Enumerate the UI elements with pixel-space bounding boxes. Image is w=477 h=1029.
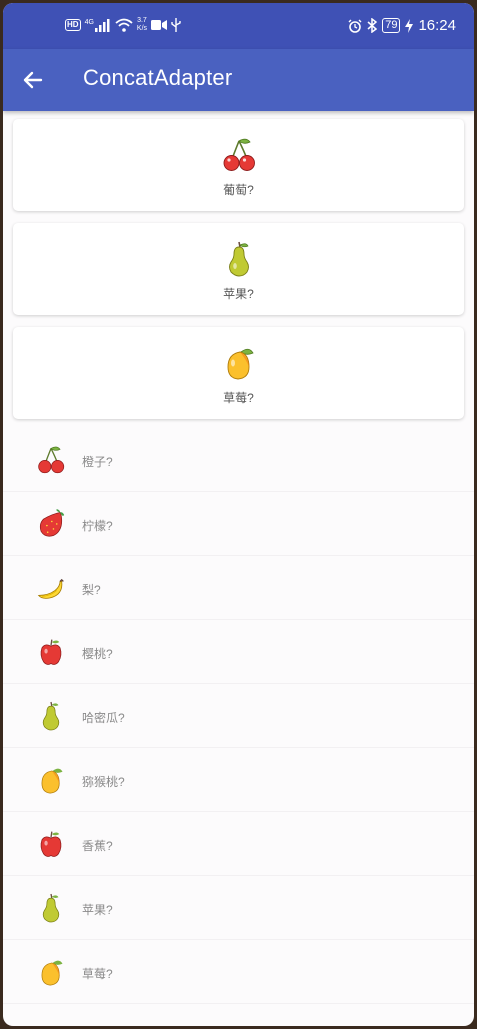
status-left: HD 4G 3.7 K/s (65, 17, 181, 33)
network-speed-unit: K/s (136, 25, 148, 32)
mango-icon (227, 348, 254, 380)
signal-type-label: 4G (84, 18, 94, 26)
list-item[interactable]: 哈密瓜? (3, 683, 474, 748)
network-speed: 3.7 K/s (137, 17, 147, 33)
list-item[interactable]: 猕猴桃? (3, 747, 474, 812)
list-item-label: 香蕉? (82, 839, 113, 853)
header-card-label: 草莓? (223, 391, 254, 405)
pear-icon (42, 893, 60, 923)
banana-icon (37, 578, 64, 599)
list-item-label: 苹果? (82, 903, 113, 917)
list-item-label: 樱桃? (82, 647, 113, 661)
signal-icon: 4G (84, 18, 111, 32)
header-card-label: 苹果? (223, 287, 254, 301)
header-card[interactable]: 草莓? (13, 327, 464, 419)
back-button[interactable] (21, 68, 45, 92)
hd-badge: HD (65, 19, 81, 31)
list-item[interactable]: 草莓? (3, 939, 474, 1004)
apple-icon (40, 831, 62, 857)
list-item[interactable]: 梨? (3, 555, 474, 620)
bluetooth-icon (367, 18, 378, 33)
app-bar: ConcatAdapter (3, 49, 474, 111)
pear-icon (42, 701, 60, 731)
header-card-label: 葡萄? (223, 183, 254, 197)
list-item-label: 草莓? (82, 967, 113, 981)
list-item-label: 哈密瓜? (82, 711, 125, 725)
video-icon (151, 20, 168, 30)
list-item[interactable]: 樱桃? (3, 619, 474, 684)
charging-icon (405, 18, 414, 33)
list-item-label: 猕猴桃? (82, 775, 125, 789)
strawberry-icon (39, 509, 65, 537)
status-right: 79 16:24 (348, 17, 456, 34)
clock: 16:24 (418, 17, 456, 34)
wifi-icon (115, 18, 133, 32)
list-item-label: 柠檬? (82, 519, 113, 533)
arrow-back-icon (23, 71, 43, 89)
cherry-icon (223, 138, 255, 171)
header-card[interactable]: 葡萄? (13, 119, 464, 211)
list-item-label: 梨? (82, 583, 101, 597)
alarm-icon (348, 19, 362, 33)
list-item-label: 橙子? (82, 455, 113, 469)
list-item[interactable]: 苹果? (3, 875, 474, 940)
mango-icon (41, 960, 63, 986)
mango-icon (41, 768, 63, 794)
usb-icon (171, 18, 181, 32)
apple-icon (40, 639, 62, 665)
network-speed-value: 3.7 (137, 17, 147, 24)
pear-icon (229, 241, 249, 277)
list-item[interactable]: 香蕉? (3, 811, 474, 876)
page-title: ConcatAdapter (83, 65, 233, 90)
screen: HD 4G 3.7 K/s 79 16:24 ConcatAdapter 葡萄?… (3, 3, 474, 1026)
cherry-icon (38, 446, 65, 474)
status-bar: HD 4G 3.7 K/s 79 16:24 (3, 3, 474, 49)
list-item[interactable]: 橙子? (3, 427, 474, 492)
list-item[interactable]: 柠檬? (3, 491, 474, 556)
battery-level: 79 (382, 18, 401, 33)
header-card[interactable]: 苹果? (13, 223, 464, 315)
